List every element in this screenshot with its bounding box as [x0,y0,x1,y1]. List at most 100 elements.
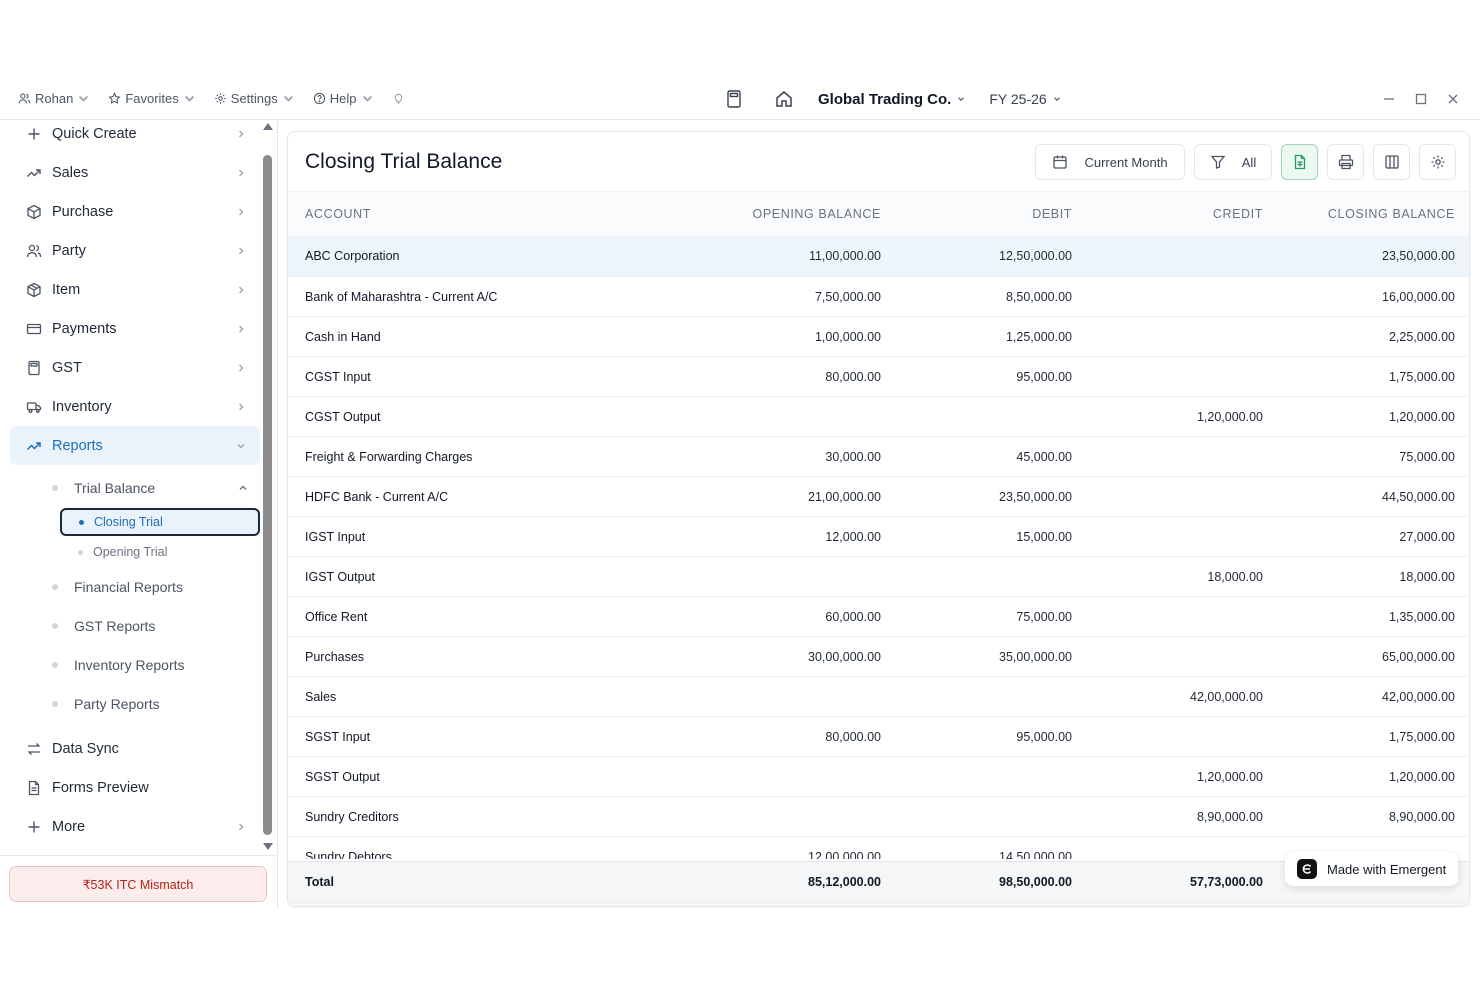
sidebar-subitem-closing-trial[interactable]: Closing Trial [60,508,260,536]
column-header-account[interactable]: ACCOUNT [288,192,688,237]
cell-credit [1088,516,1279,557]
sidebar-subitem-party-reports[interactable]: Party Reports [10,684,260,723]
itc-mismatch-button[interactable]: ₹53K ITC Mismatch [9,866,267,902]
filter-button[interactable]: All [1194,144,1272,180]
sidebar-subitem-financial-reports[interactable]: Financial Reports [10,567,260,606]
trend-icon [27,168,41,177]
report-settings-button[interactable] [1419,144,1456,180]
table-row[interactable]: SGST Output 1,20,000.00 1,20,000.00 [288,756,1469,797]
sidebar-item-purchase[interactable]: Purchase [10,192,260,231]
column-header-opening-balance[interactable]: OPENING BALANCE [688,192,897,237]
fiscal-year-selector[interactable]: FY 25-26 [989,91,1060,107]
favorites-menu[interactable]: Favorites [108,91,195,106]
chevron-right-icon [239,325,244,332]
table-row[interactable]: Cash in Hand 1,00,000.00 1,25,000.00 2,25,0… [288,316,1469,357]
made-with-emergent-badge[interactable]: Made with Emergent [1285,852,1458,886]
box-icon [27,204,41,219]
calendar-icon [1053,155,1068,169]
maximize-icon[interactable] [1414,92,1428,106]
cell-debit: 15,000.00 [897,516,1088,557]
close-icon[interactable] [1446,92,1460,106]
sidebar-item-forms-preview[interactable]: Forms Preview [10,768,260,807]
sidebar-item-gst[interactable]: GST [10,348,260,387]
table-row[interactable]: IGST Output 18,000.00 18,000.00 [288,556,1469,597]
column-header-closing-balance[interactable]: CLOSING BALANCE [1279,192,1469,237]
sidebar-item-more[interactable]: More [10,807,260,846]
cell-closing-balance: 2,25,000.00 [1279,316,1469,357]
sidebar-subitem-gst-reports[interactable]: GST Reports [10,606,260,645]
scroll-down-arrow[interactable] [263,843,273,850]
tips-button[interactable] [392,92,405,105]
sidebar-item-quick-create[interactable]: Quick Create [10,121,260,146]
chevron-right-icon [239,403,244,410]
table-header-row: ACCOUNT OPENING BALANCE DEBIT CREDIT CLO… [288,192,1469,237]
sidebar-nav: Quick Create Sales Purchase Party Item P… [10,121,260,846]
table-body-scroll[interactable]: ABC Corporation 11,00,000.00 12,50,000.00 2… [288,236,1469,859]
help-circle-icon [313,92,325,105]
report-card: Closing Trial Balance Current Month All [287,131,1470,907]
table-row[interactable]: Sales 42,00,000.00 42,00,000.00 [288,676,1469,717]
column-header-debit[interactable]: DEBIT [897,192,1088,237]
cell-debit: 95,000.00 [897,716,1088,757]
gear-icon [215,93,226,104]
bullet-dot [52,622,58,629]
sidebar-item-reports[interactable]: Reports [10,426,260,465]
table-row[interactable]: Purchases 30,00,000.00 35,00,000.00 65,00,0… [288,636,1469,677]
cell-closing-balance: 1,75,000.00 [1279,356,1469,397]
cell-closing-balance: 16,00,000.00 [1279,276,1469,317]
sidebar-item-item[interactable]: Item [10,270,260,309]
sidebar-item-payments[interactable]: Payments [10,309,260,348]
table-row[interactable]: ABC Corporation 11,00,000.00 12,50,000.00 2… [288,236,1469,277]
chevron-down-icon [958,97,965,101]
cell-closing-balance: 1,20,000.00 [1279,756,1469,797]
chevron-right-icon [239,286,244,293]
cell-opening-balance: 12,000.00 [688,516,897,557]
column-header-credit[interactable]: CREDIT [1088,192,1279,237]
emergent-logo-icon [1297,859,1317,879]
sidebar-subitem-opening-trial[interactable]: Opening Trial [10,537,260,567]
user-icon [18,93,31,104]
calculator-icon[interactable] [724,89,744,109]
export-excel-button[interactable] [1281,144,1318,180]
scroll-up-arrow[interactable] [263,123,273,130]
table-row[interactable]: HDFC Bank - Current A/C 21,00,000.00 23,50… [288,476,1469,517]
period-filter-button[interactable]: Current Month [1035,144,1185,180]
sidebar-item-party[interactable]: Party [10,231,260,270]
sidebar-scrollbar[interactable] [262,123,273,850]
scroll-thumb[interactable] [263,155,272,835]
print-button[interactable] [1327,144,1364,180]
sidebar-item-sales[interactable]: Sales [10,153,260,192]
cell-credit [1088,636,1279,677]
table-row[interactable]: IGST Input 12,000.00 15,000.00 27,000.00 [288,516,1469,557]
sidebar-item-label: Reports [52,437,103,454]
table-row[interactable]: Sundry Creditors 8,90,000.00 8,90,000.00 [288,796,1469,837]
sidebar-subitem-inventory-reports[interactable]: Inventory Reports [10,645,260,684]
table-row[interactable]: Office Rent 60,000.00 75,000.00 1,35,000.00 [288,596,1469,637]
cell-closing-balance: 65,00,000.00 [1279,636,1469,677]
total-label: Total [288,862,688,903]
table-row[interactable]: CGST Output 1,20,000.00 1,20,000.00 [288,396,1469,437]
company-selector[interactable]: Global Trading Co. [818,91,965,108]
table-row[interactable]: CGST Input 80,000.00 95,000.00 1,75,000.00 [288,356,1469,397]
subitem-label: Opening Trial [93,545,168,559]
settings-menu[interactable]: Settings [214,91,295,106]
calculator-icon [28,360,40,375]
bullet-dot [52,484,58,491]
table-row[interactable]: Freight & Forwarding Charges 30,000.00 45,… [288,436,1469,477]
cell-credit: 18,000.00 [1088,556,1279,597]
sidebar-item-inventory[interactable]: Inventory [10,387,260,426]
sidebar-item-data-sync[interactable]: Data Sync [10,729,260,768]
home-icon[interactable] [774,89,794,109]
user-menu[interactable]: Rohan [18,91,90,106]
minimize-icon[interactable] [1382,92,1396,106]
help-menu[interactable]: Help [313,91,374,106]
cell-account: CGST Output [288,396,688,437]
table-row[interactable]: SGST Input 80,000.00 95,000.00 1,75,000.00 [288,716,1469,757]
cell-account: IGST Input [288,516,688,557]
table-row[interactable]: Bank of Maharashtra - Current A/C 7,50,00… [288,276,1469,317]
chevron-down-icon [184,95,194,102]
sidebar-subitem-trial-balance[interactable]: Trial Balance [10,468,260,507]
subitem-label: Party Reports [74,695,160,712]
sidebar: Quick Create Sales Purchase Party Item P… [0,121,278,909]
columns-button[interactable] [1373,144,1410,180]
